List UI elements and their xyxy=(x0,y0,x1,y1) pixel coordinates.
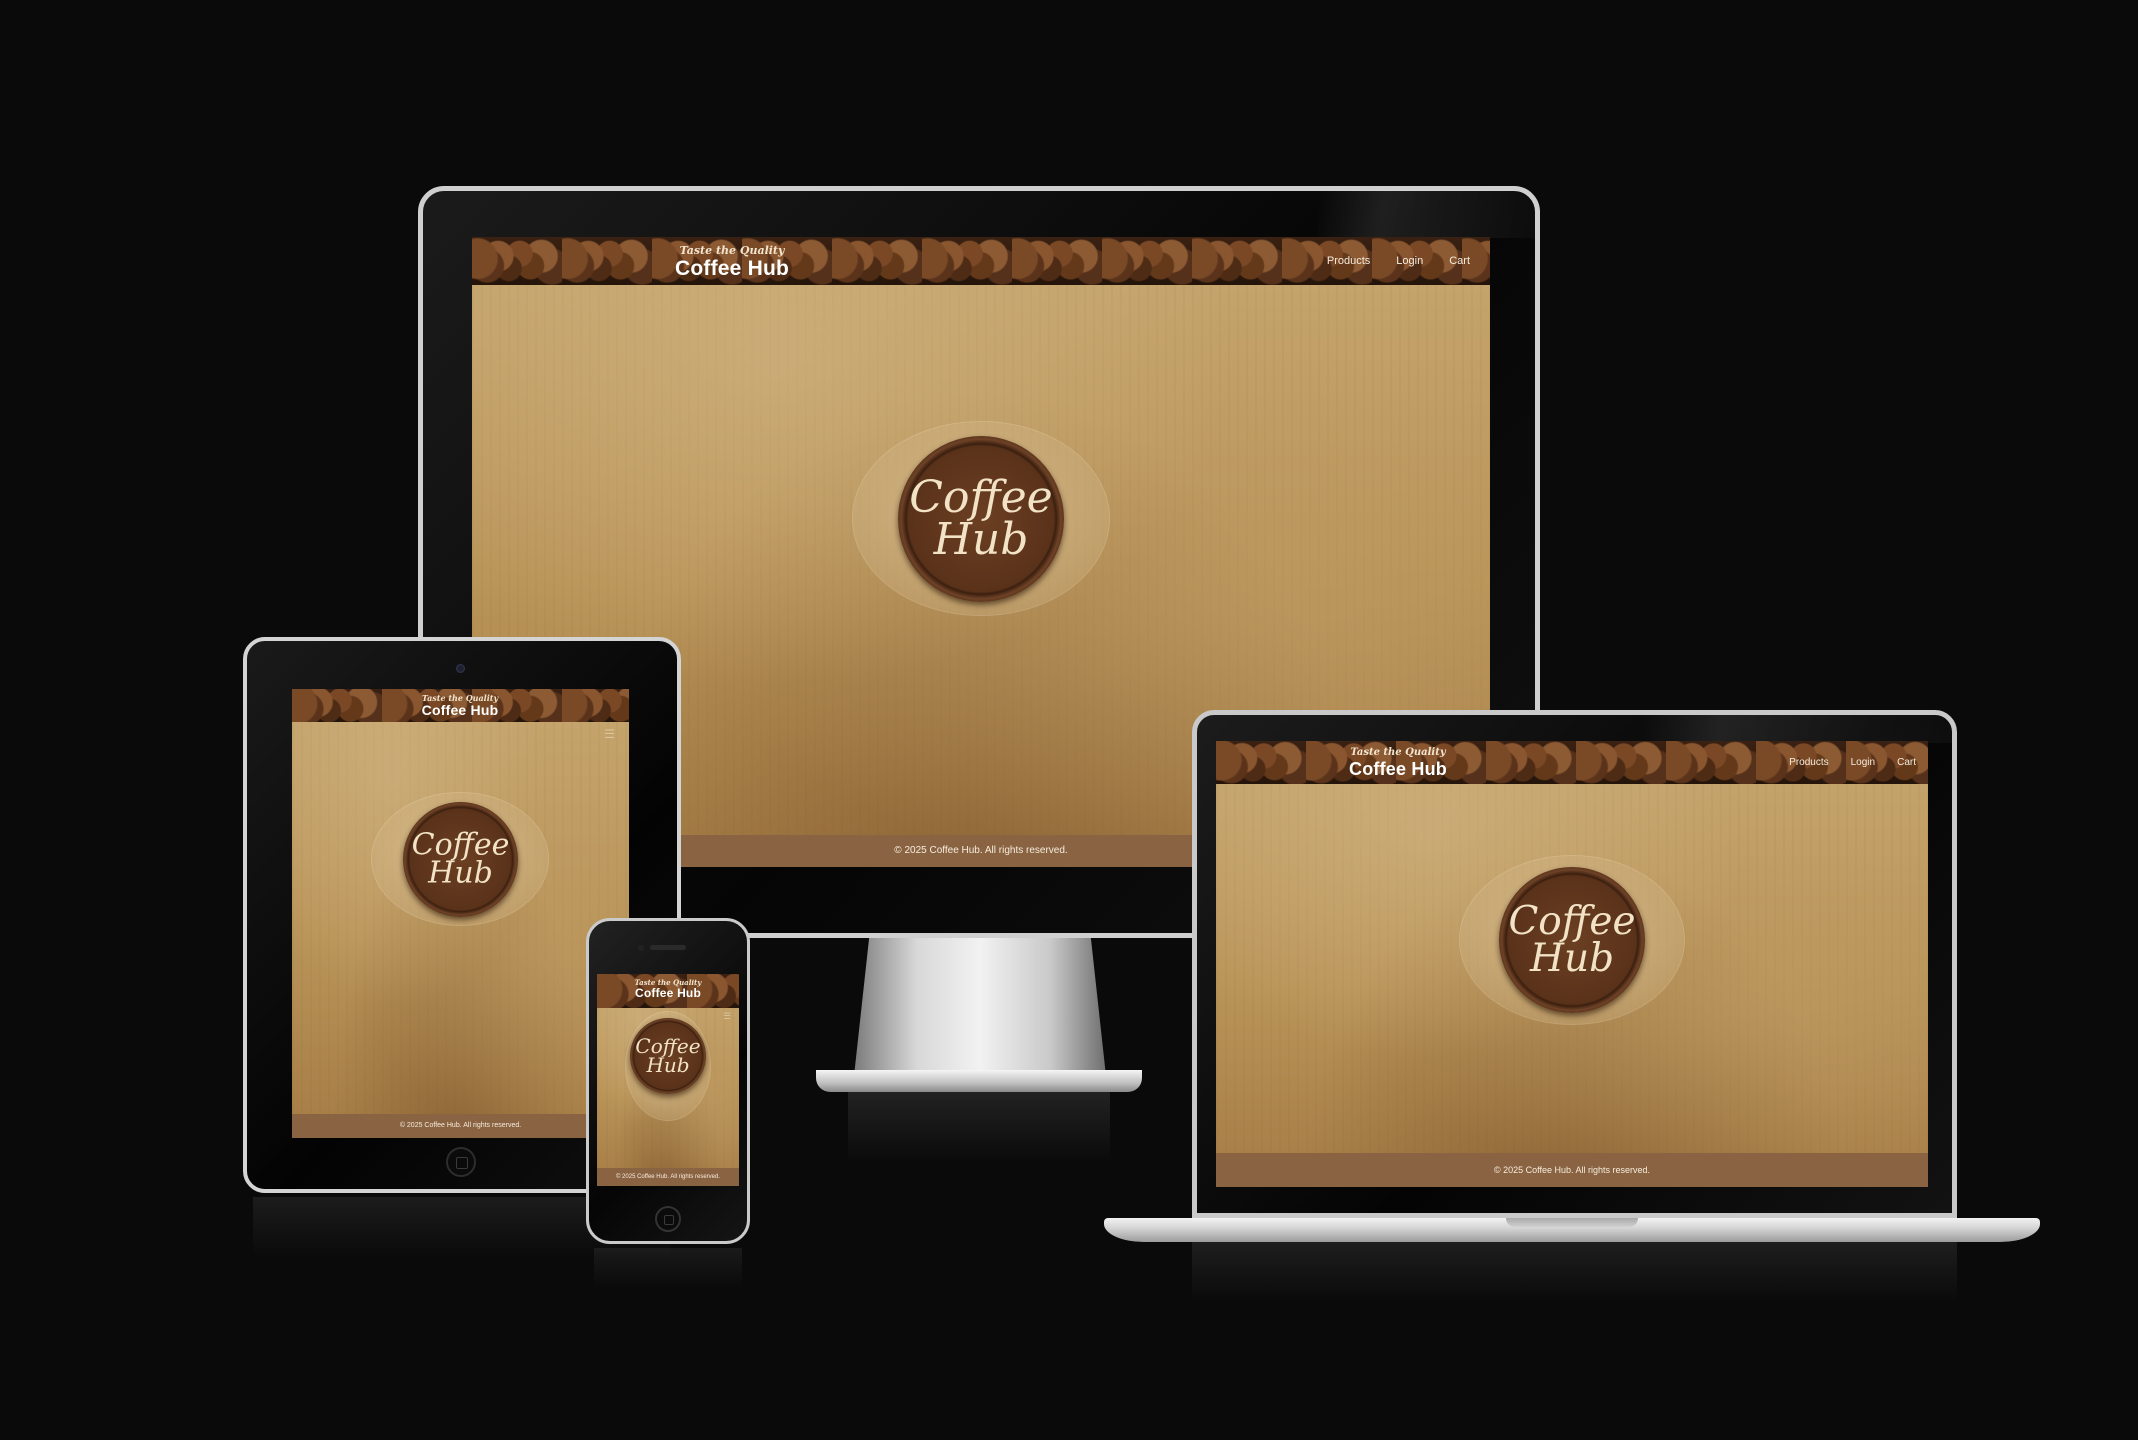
logo-line-1: Coffee xyxy=(909,472,1053,524)
site-nav: Products Login Cart xyxy=(1789,757,1916,768)
site-header: Taste the Quality Coffee Hub xyxy=(597,974,739,1008)
logo-text: Coffee Hub xyxy=(403,830,518,891)
imac-glare xyxy=(1318,190,1538,238)
hamburger-menu-icon[interactable]: ☰ xyxy=(723,1011,731,1022)
site-brand[interactable]: Taste the Quality Coffee Hub xyxy=(618,979,718,999)
nav-cart[interactable]: Cart xyxy=(1449,255,1470,267)
macbook-notch xyxy=(1506,1218,1638,1227)
brand-name: Coffee Hub xyxy=(675,257,789,280)
footer-text: © 2025 Coffee Hub. All rights reserved. xyxy=(1493,1165,1651,1175)
brand-tagline: Taste the Quality xyxy=(1350,747,1446,758)
nav-products[interactable]: Products xyxy=(1789,757,1828,768)
nav-cart[interactable]: Cart xyxy=(1897,757,1916,768)
coffee-hub-logo: Coffee Hub xyxy=(1499,867,1645,1013)
logo-line-1: Coffee xyxy=(1508,898,1636,944)
logo-text: Coffee Hub xyxy=(630,1036,706,1077)
macbook-reflection xyxy=(1192,1242,1957,1302)
coffee-hub-logo: Coffee Hub xyxy=(403,802,518,917)
nav-login[interactable]: Login xyxy=(1851,757,1875,768)
camera-icon xyxy=(456,664,465,673)
ipad-home-button[interactable] xyxy=(446,1147,476,1177)
footer-text: © 2025 Coffee Hub. All rights reserved. xyxy=(399,1122,522,1129)
site-header: Taste the Quality Coffee Hub xyxy=(292,689,629,722)
iphone-home-button[interactable] xyxy=(655,1206,681,1232)
brand-tagline: Taste the Quality xyxy=(679,244,785,257)
brand-name: Coffee Hub xyxy=(421,702,499,718)
brand-name: Coffee Hub xyxy=(1349,759,1447,779)
macbook-screen: Taste the Quality Coffee Hub Products Lo… xyxy=(1216,741,1928,1187)
imac-reflection xyxy=(848,1092,1110,1162)
site-header: Taste the Quality Coffee Hub Products Lo… xyxy=(1216,741,1928,784)
site-footer: © 2025 Coffee Hub. All rights reserved. xyxy=(1216,1153,1928,1187)
speaker-grille xyxy=(650,945,686,950)
coffee-hub-logo: Coffee Hub xyxy=(898,436,1064,602)
brand-tagline: Taste the Quality xyxy=(421,693,499,703)
nav-products[interactable]: Products xyxy=(1327,255,1370,267)
site-footer: © 2025 Coffee Hub. All rights reserved. xyxy=(292,1114,629,1138)
logo-line-2: Hub xyxy=(428,855,493,891)
camera-icon xyxy=(638,945,644,951)
logo-line-2: Hub xyxy=(933,514,1029,565)
logo-line-2: Hub xyxy=(646,1053,690,1077)
site-brand[interactable]: Taste the Quality Coffee Hub xyxy=(410,694,510,717)
coffee-hub-logo: Coffee Hub xyxy=(630,1018,706,1094)
hamburger-menu-icon[interactable]: ☰ xyxy=(604,727,615,741)
imac-stand xyxy=(854,938,1106,1076)
site-header: Taste the Quality Coffee Hub Products Lo… xyxy=(472,237,1490,285)
footer-text: © 2025 Coffee Hub. All rights reserved. xyxy=(615,1174,721,1180)
logo-text: Coffee Hub xyxy=(1499,898,1645,981)
site-brand[interactable]: Taste the Quality Coffee Hub xyxy=(1348,747,1448,779)
site-brand[interactable]: Taste the Quality Coffee Hub xyxy=(672,245,792,279)
iphone-screen: Taste the Quality Coffee Hub ☰ Coffee Hu… xyxy=(597,974,739,1186)
site-footer: © 2025 Coffee Hub. All rights reserved. xyxy=(597,1168,739,1186)
brand-name: Coffee Hub xyxy=(635,986,701,1000)
logo-line-2: Hub xyxy=(1529,936,1615,981)
macbook-mockup: Taste the Quality Coffee Hub Products Lo… xyxy=(1104,710,2040,1310)
logo-text: Coffee Hub xyxy=(898,472,1064,565)
macbook-glare xyxy=(1644,715,1952,743)
ipad-screen: Taste the Quality Coffee Hub ☰ Coffee Hu… xyxy=(292,689,629,1138)
nav-login[interactable]: Login xyxy=(1396,255,1423,267)
iphone-reflection xyxy=(594,1248,742,1288)
imac-foot xyxy=(816,1070,1142,1092)
footer-text: © 2025 Coffee Hub. All rights reserved. xyxy=(894,845,1068,856)
brand-tagline: Taste the Quality xyxy=(634,978,702,987)
site-nav: Products Login Cart xyxy=(1327,255,1470,267)
iphone-mockup: Taste the Quality Coffee Hub ☰ Coffee Hu… xyxy=(586,918,750,1298)
